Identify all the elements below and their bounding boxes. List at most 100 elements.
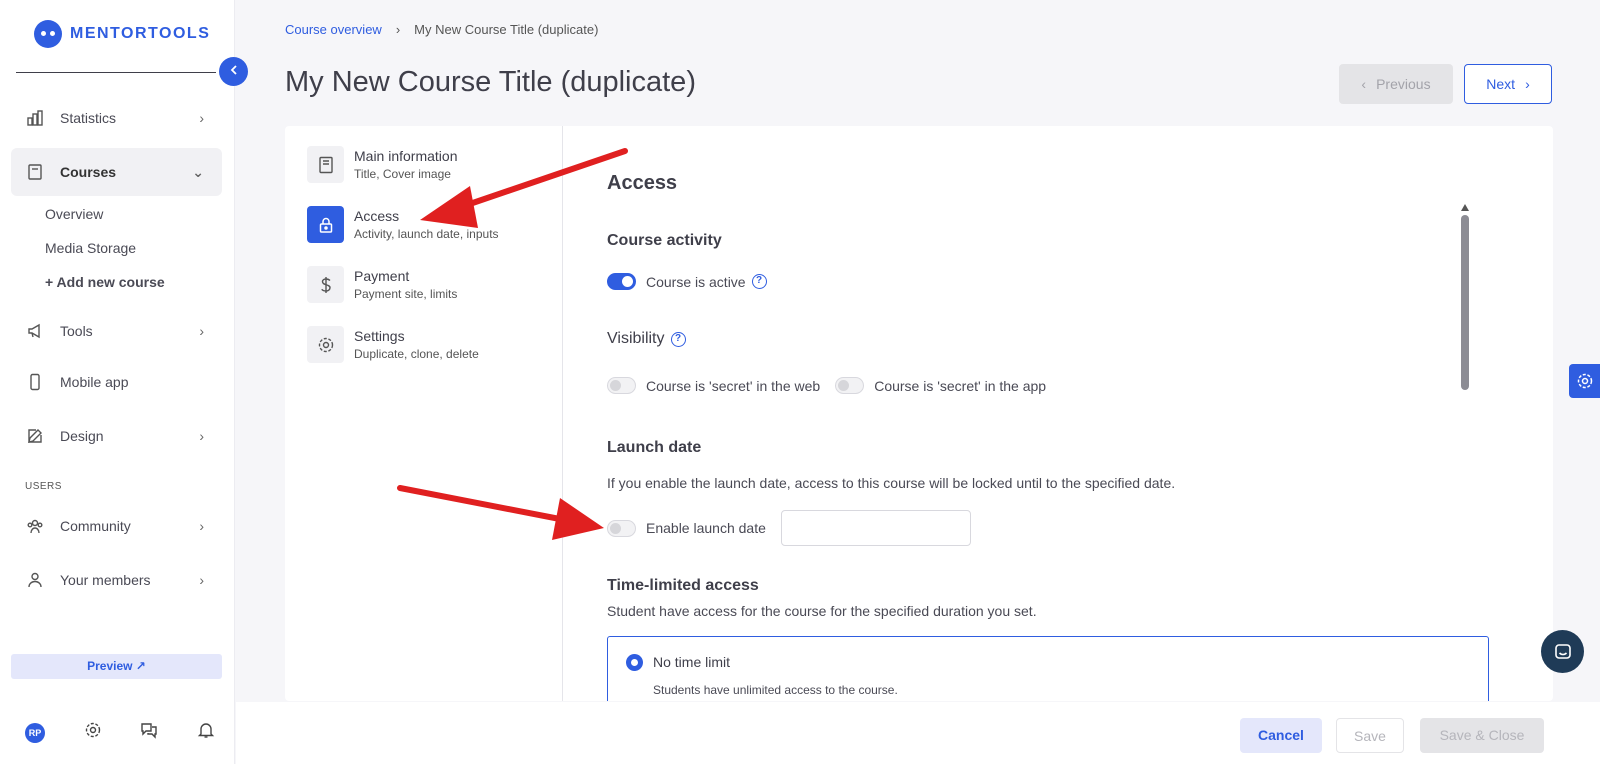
collapse-sidebar-button[interactable] (219, 57, 248, 86)
sidebar-subitem-overview[interactable]: Overview (45, 206, 103, 222)
no-time-limit-radio[interactable] (626, 654, 643, 671)
dollar-icon (307, 266, 344, 303)
chevron-left-icon (230, 65, 237, 75)
course-edit-card: Main information Title, Cover image Acce… (285, 126, 1553, 701)
sidebar-subitem-media-storage[interactable]: Media Storage (45, 240, 136, 256)
chevron-right-icon: › (199, 572, 204, 588)
step-title: Main information (354, 148, 458, 164)
step-title: Settings (354, 328, 405, 344)
option-subtitle: Students have unlimited access to the co… (653, 683, 898, 697)
sidebar-divider (16, 72, 216, 73)
breadcrumb: Course overview › My New Course Title (d… (285, 22, 598, 37)
step-title: Payment (354, 268, 410, 284)
next-button[interactable]: Next › (1464, 64, 1552, 104)
time-limited-description: Student have access for the course for t… (607, 603, 1037, 619)
sidebar-item-label: Statistics (60, 110, 117, 126)
next-label: Next (1486, 76, 1516, 92)
course-active-toggle[interactable] (607, 273, 636, 290)
previous-button[interactable]: ‹ Previous (1339, 64, 1453, 104)
help-icon[interactable]: ? (751, 274, 767, 289)
step-subtitle: Payment site, limits (354, 287, 458, 301)
chat-bubbles-icon[interactable] (140, 721, 158, 744)
chat-icon (1554, 643, 1571, 659)
launch-date-input[interactable] (780, 510, 971, 546)
chevron-right-icon: › (199, 518, 204, 534)
step-settings[interactable]: Settings Duplicate, clone, delete (307, 326, 479, 363)
time-limited-heading: Time-limited access (607, 577, 759, 594)
step-subtitle: Activity, launch date, inputs (354, 227, 499, 241)
option-title: No time limit (653, 654, 731, 670)
page-title: My New Course Title (duplicate) (285, 66, 696, 98)
floating-settings-button[interactable] (1569, 364, 1600, 398)
book-icon (25, 162, 45, 182)
sidebar-subitem-add-course[interactable]: + Add new course (45, 274, 165, 290)
section-label-users: USERS (25, 481, 62, 492)
gear-icon[interactable] (84, 721, 102, 744)
secret-app-toggle[interactable] (835, 377, 865, 394)
phone-icon (25, 372, 45, 392)
course-active-row: Course is active ? (607, 273, 767, 290)
logo-text: MENTORTOOLS (70, 25, 211, 42)
sidebar-item-mobile-app[interactable]: Mobile app (11, 358, 222, 406)
scroll-up-icon[interactable] (1461, 204, 1469, 211)
panel-scrollbar[interactable] (1461, 204, 1469, 701)
visibility-heading: Visibility (607, 330, 665, 347)
sidebar-item-community[interactable]: Community › (11, 502, 222, 550)
footer-bar: Cancel Save Save & Close (236, 702, 1600, 764)
sidebar-item-label: Community (60, 518, 131, 534)
no-time-limit-option[interactable]: No time limit Students have unlimited ac… (607, 636, 1489, 701)
sidebar-bottom-toolbar: RP (25, 721, 215, 744)
person-icon (25, 570, 45, 590)
save-close-button[interactable]: Save & Close (1420, 718, 1544, 753)
cancel-button[interactable]: Cancel (1240, 718, 1322, 753)
secret-web-toggle[interactable] (607, 377, 636, 394)
sidebar-item-label: Tools (60, 323, 93, 339)
course-active-label: Course is active (646, 273, 746, 290)
sidebar-item-your-members[interactable]: Your members › (11, 556, 222, 604)
support-chat-button[interactable] (1541, 630, 1584, 673)
bell-icon[interactable] (197, 721, 215, 744)
gear-icon (307, 326, 344, 363)
access-panel: Access Course activity Course is active … (607, 126, 1527, 701)
previous-label: Previous (1376, 76, 1431, 92)
logo[interactable]: MENTORTOOLS (34, 20, 210, 48)
step-title: Access (354, 208, 400, 224)
pencil-icon (25, 426, 45, 446)
breadcrumb-link-course-overview[interactable]: Course overview (285, 22, 382, 37)
sidebar-item-tools[interactable]: Tools › (11, 307, 222, 355)
chevron-right-icon: › (1525, 76, 1530, 92)
sidebar: MENTORTOOLS Statistics › Courses ⌄ Overv… (0, 0, 235, 764)
people-icon (25, 516, 45, 536)
enable-launch-date-toggle[interactable] (607, 519, 636, 537)
avatar[interactable]: RP (25, 722, 45, 743)
step-access[interactable]: Access Activity, launch date, inputs (307, 206, 499, 243)
sidebar-item-courses[interactable]: Courses ⌄ (11, 148, 222, 196)
secret-app-label: Course is 'secret' in the app (874, 377, 1047, 394)
step-payment[interactable]: Payment Payment site, limits (307, 266, 457, 303)
step-subtitle: Title, Cover image (354, 167, 451, 181)
gear-icon (1577, 373, 1592, 389)
breadcrumb-separator-icon: › (395, 22, 401, 37)
help-icon[interactable]: ? (670, 331, 686, 347)
step-main-information[interactable]: Main information Title, Cover image (307, 146, 458, 183)
sidebar-item-statistics[interactable]: Statistics › (11, 94, 222, 142)
breadcrumb-current: My New Course Title (duplicate) (414, 22, 599, 37)
sidebar-item-label: Mobile app (60, 374, 129, 390)
enable-launch-date-label: Enable launch date (646, 520, 766, 536)
launch-date-description: If you enable the launch date, access to… (607, 475, 1176, 491)
secret-web-label: Course is 'secret' in the web (646, 377, 821, 394)
chevron-left-icon: ‹ (1361, 76, 1367, 92)
scroll-thumb[interactable] (1461, 215, 1469, 390)
chevron-right-icon: › (199, 323, 204, 339)
chevron-right-icon: › (199, 428, 204, 444)
step-subtitle: Duplicate, clone, delete (354, 347, 479, 361)
access-heading: Access (607, 172, 678, 194)
megaphone-icon (25, 321, 45, 341)
book-icon (307, 146, 344, 183)
save-button[interactable]: Save (1336, 718, 1404, 753)
preview-button[interactable]: Preview ↗ (11, 654, 222, 679)
lock-icon (307, 206, 344, 243)
sidebar-item-label: Courses (60, 164, 117, 180)
card-divider (562, 126, 563, 701)
sidebar-item-design[interactable]: Design › (11, 412, 222, 460)
